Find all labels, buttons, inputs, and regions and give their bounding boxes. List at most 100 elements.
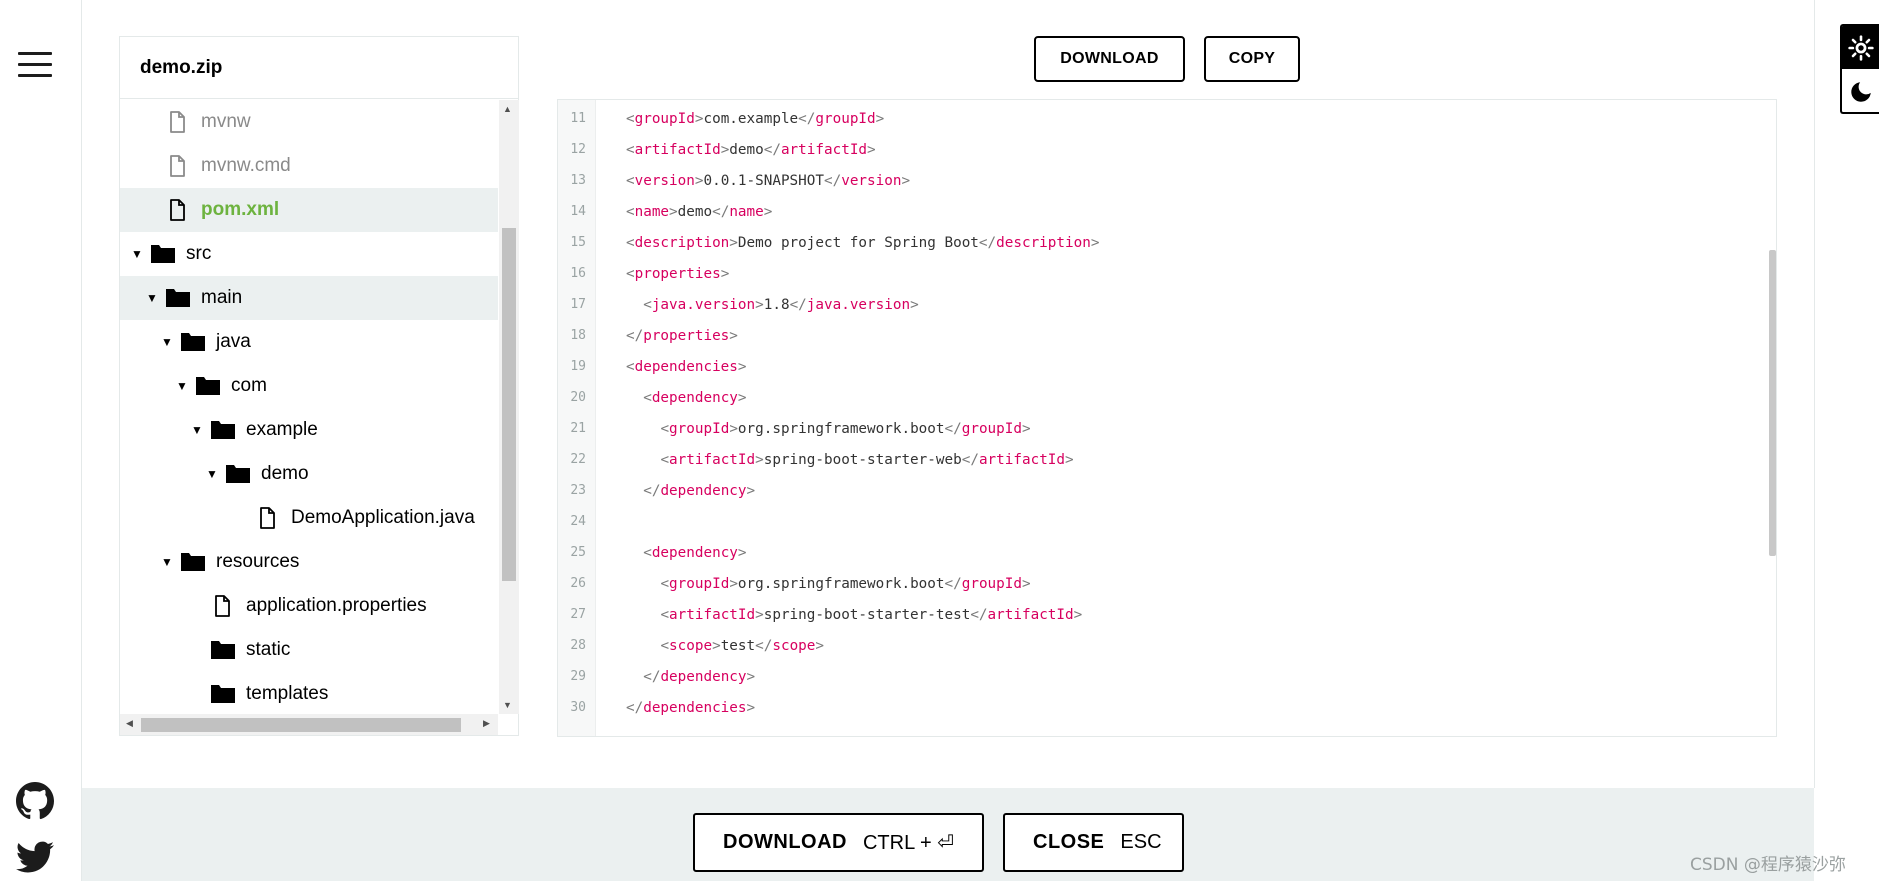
code-text: </properties> — [626, 327, 738, 344]
line-number: 26 — [570, 576, 586, 591]
line-number: 12 — [570, 142, 586, 157]
code-line: 19 <dependencies> — [558, 351, 1758, 382]
code-text: <artifactId>spring-boot-starter-test</ar… — [660, 606, 1083, 623]
line-number: 17 — [570, 297, 586, 312]
tree-item-label: demo — [261, 463, 309, 484]
footer-download-button[interactable]: DOWNLOAD CTRL + ⏎ — [693, 813, 984, 872]
sun-icon[interactable] — [1842, 26, 1879, 69]
scroll-down-arrow-icon[interactable]: ▼ — [503, 700, 512, 710]
tree-file-application-properties[interactable]: application.properties — [120, 584, 498, 628]
tree-item-label: DemoApplication.java — [291, 507, 475, 528]
line-number: 20 — [570, 390, 586, 405]
code-text: <artifactId>demo</artifactId> — [626, 141, 876, 158]
folder-icon — [210, 638, 236, 662]
tree-horizontal-scrollbar[interactable]: ◀ ▶ — [120, 714, 498, 735]
file-icon — [255, 506, 281, 530]
tree-folder-main[interactable]: ▼ main — [120, 276, 498, 320]
caret-down-icon[interactable]: ▼ — [190, 423, 204, 437]
tree-folder-static[interactable]: static — [120, 628, 498, 672]
tree-folder-resources[interactable]: ▼ resources — [120, 540, 498, 584]
scroll-left-arrow-icon[interactable]: ◀ — [126, 718, 133, 729]
code-line: 20 <dependency> — [558, 382, 1758, 413]
twitter-icon[interactable] — [16, 838, 54, 876]
line-number: 27 — [570, 607, 586, 622]
copy-button[interactable]: COPY — [1204, 36, 1300, 82]
line-number: 16 — [570, 266, 586, 281]
code-line: 29 </dependency> — [558, 661, 1758, 692]
tree-item-label: templates — [246, 683, 329, 704]
side-rail — [0, 0, 82, 881]
line-number: 18 — [570, 328, 586, 343]
line-number: 11 — [570, 111, 586, 126]
download-shortcut: CTRL + ⏎ — [862, 832, 955, 854]
scroll-up-arrow-icon[interactable]: ▲ — [503, 104, 512, 114]
code-text: </dependency> — [643, 482, 756, 499]
code-text: <groupId>com.example</groupId> — [626, 110, 885, 127]
code-line: 24 — [558, 506, 1758, 537]
caret-down-icon[interactable]: ▼ — [160, 555, 174, 569]
code-text: <version>0.0.1-SNAPSHOT</version> — [626, 172, 911, 189]
file-explorer: demo.zip mvnw mvnw.cmd pom.xml ▼ src ▼ main ▼ ja… — [119, 36, 519, 736]
code-text: <groupId>org.springframework.boot</group… — [660, 575, 1031, 592]
line-number: 28 — [570, 638, 586, 653]
caret-down-icon[interactable]: ▼ — [205, 467, 219, 481]
code-text: <scope>test</scope> — [660, 637, 825, 654]
tree-file-pom-xml[interactable]: pom.xml — [120, 188, 498, 232]
code-viewer[interactable]: 11 <groupId>com.example</groupId> 12 <artif… — [557, 99, 1777, 737]
footer-close-label: CLOSE — [1033, 831, 1105, 853]
tree-folder-java[interactable]: ▼ java — [120, 320, 498, 364]
folder-icon — [210, 682, 236, 706]
tree-folder-example[interactable]: ▼ example — [120, 408, 498, 452]
code-line: 17 <java.version>1.8</java.version> — [558, 289, 1758, 320]
caret-down-icon[interactable]: ▼ — [160, 335, 174, 349]
tree-folder-src[interactable]: ▼ src — [120, 232, 498, 276]
line-number: 21 — [570, 421, 586, 436]
caret-down-icon[interactable]: ▼ — [130, 247, 144, 261]
line-number: 14 — [570, 204, 586, 219]
code-line: 21 <groupId>org.springframework.boot</gr… — [558, 413, 1758, 444]
code-line: 26 <groupId>org.springframework.boot</gr… — [558, 568, 1758, 599]
code-text: <properties> — [626, 265, 730, 282]
tree-item-label: java — [216, 331, 251, 352]
tree-folder-demo[interactable]: ▼ demo — [120, 452, 498, 496]
tree-horizontal-scroll-thumb[interactable] — [141, 718, 461, 732]
github-icon[interactable] — [16, 782, 54, 820]
code-scroll-thumb[interactable] — [1769, 250, 1776, 556]
menu-icon[interactable] — [18, 52, 52, 80]
tree-file-demoapplication-java[interactable]: DemoApplication.java — [120, 496, 498, 540]
tree-item-label: main — [201, 287, 243, 308]
tree-file-mvnw-cmd[interactable]: mvnw.cmd — [120, 144, 498, 188]
line-number: 29 — [570, 669, 586, 684]
tree-vertical-scroll-thumb[interactable] — [502, 228, 516, 581]
code-line: 30 </dependencies> — [558, 692, 1758, 723]
tree-file-mvnw[interactable]: mvnw — [120, 100, 498, 144]
caret-down-icon[interactable]: ▼ — [175, 379, 189, 393]
tree-item-label: static — [246, 639, 291, 660]
moon-icon[interactable] — [1842, 69, 1879, 112]
code-line: 28 <scope>test</scope> — [558, 630, 1758, 661]
file-icon — [165, 198, 191, 222]
line-number: 25 — [570, 545, 586, 560]
download-button[interactable]: DOWNLOAD — [1034, 36, 1185, 82]
watermark: CSDN @程序猿沙弥 — [1690, 855, 1846, 875]
code-line: 25 <dependency> — [558, 537, 1758, 568]
tree-item-label: pom.xml — [201, 199, 280, 220]
code-line: 13 <version>0.0.1-SNAPSHOT</version> — [558, 165, 1758, 196]
footer-download-label: DOWNLOAD — [723, 831, 847, 853]
caret-down-icon[interactable]: ▼ — [145, 291, 159, 305]
folder-icon — [150, 242, 176, 266]
code-text: <java.version>1.8</java.version> — [643, 296, 919, 313]
file-tree: mvnw mvnw.cmd pom.xml ▼ src ▼ main ▼ java ▼ com ▼ ex… — [120, 100, 498, 714]
line-number: 30 — [570, 700, 586, 715]
folder-icon — [180, 330, 206, 354]
tree-folder-templates[interactable]: templates — [120, 672, 498, 714]
folder-icon — [210, 418, 236, 442]
folder-icon — [180, 550, 206, 574]
line-number: 23 — [570, 483, 586, 498]
scroll-right-arrow-icon[interactable]: ▶ — [483, 718, 490, 729]
code-text: <description>Demo project for Spring Boo… — [626, 234, 1100, 251]
tree-folder-com[interactable]: ▼ com — [120, 364, 498, 408]
tree-vertical-scrollbar[interactable]: ▲ ▼ — [499, 100, 519, 714]
footer-close-button[interactable]: CLOSE ESC — [1003, 813, 1184, 872]
file-icon — [210, 594, 236, 618]
